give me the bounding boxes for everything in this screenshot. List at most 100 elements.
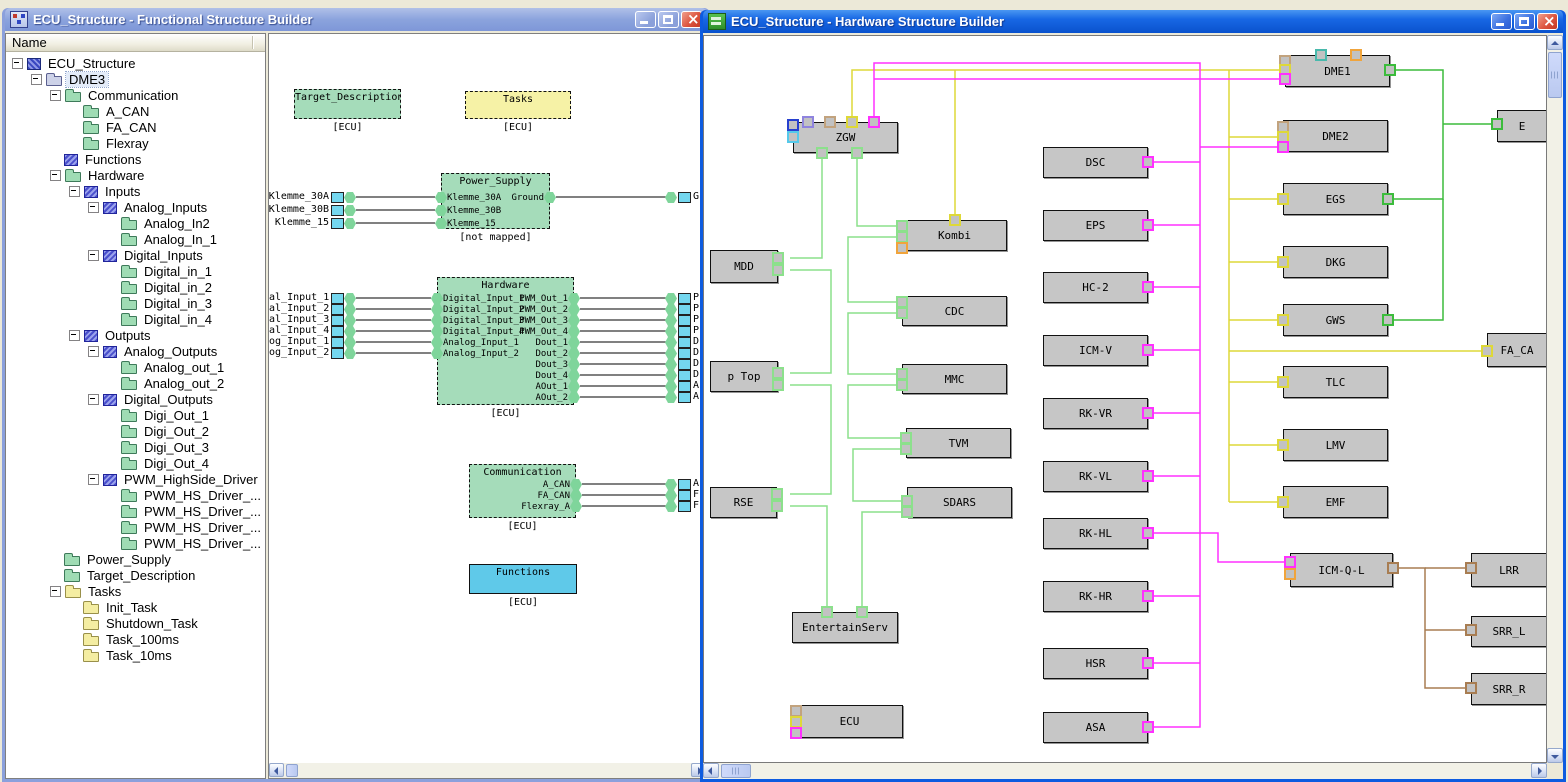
port-green_light[interactable] [771,500,783,512]
port-green_light[interactable] [772,379,784,391]
tree-expander-minus[interactable] [88,474,99,485]
port-magenta[interactable] [1142,721,1154,733]
functional-block-hardware[interactable]: HardwareDigital_Input_1Digital_Input_2Di… [437,277,574,405]
functional-block-communication[interactable]: CommunicationA_CANFA_CANFlexray_A [469,464,576,518]
functional-block-functions[interactable]: Functions [469,564,577,594]
tree-item-Analog_Inputs[interactable]: Analog_Inputs [6,199,265,215]
tree-item-Digital_in_3[interactable]: Digital_in_3 [6,295,265,311]
maximize-button[interactable] [1514,13,1535,30]
tree-expander-minus[interactable] [69,186,80,197]
tree-item-Digi_Out_2[interactable]: Digi_Out_2 [6,423,265,439]
hw-node-LMV[interactable]: LMV [1283,429,1388,461]
tree-item-Hardware[interactable]: Hardware [6,167,265,183]
tree-item-Target_Description[interactable]: Target_Description [6,567,265,583]
tree-item-Power_Supply[interactable]: Power_Supply [6,551,265,567]
hw-node-DKG[interactable]: DKG [1283,246,1388,278]
tree-item-Communication[interactable]: Communication [6,87,265,103]
tree-expander-minus[interactable] [12,58,23,69]
hw-node-GWS[interactable]: GWS [1283,304,1388,336]
tree-expander-minus[interactable] [69,330,80,341]
port-green_light[interactable] [771,488,783,500]
tree-item-Functions[interactable]: Functions [6,151,265,167]
scroll-right-button[interactable] [1531,763,1547,778]
port-yellow[interactable] [1277,314,1289,326]
close-button[interactable] [1537,13,1558,30]
port-magenta[interactable] [1279,73,1291,85]
tree-item-Init_Task[interactable]: Init_Task [6,599,265,615]
external-port-square[interactable] [331,315,344,326]
port-green_light[interactable] [772,264,784,276]
tree-item-A_CAN[interactable]: A_CAN [6,103,265,119]
hw-node-MMC[interactable]: MMC [902,364,1007,394]
scroll-down-button[interactable] [1547,748,1563,763]
external-port-square[interactable] [331,205,344,216]
port-orange[interactable] [1350,49,1362,61]
functional-block-power-supply[interactable]: Power_SupplyKlemme_30AKlemme_30BKlemme_1… [441,173,550,229]
port-magenta[interactable] [1142,156,1154,168]
external-port-square[interactable] [331,192,344,203]
port-orange[interactable] [896,242,908,254]
scroll-thumb[interactable] [721,764,751,778]
port-yellow[interactable] [1277,256,1289,268]
hw-node-HC-2[interactable]: HC-2 [1043,272,1148,303]
tree-expander-minus[interactable] [50,170,61,181]
hw-node-LRR[interactable]: LRR [1471,553,1547,587]
tree-item-Digital_in_2[interactable]: Digital_in_2 [6,279,265,295]
tree-expander-minus[interactable] [88,346,99,357]
tree-item-PWM_HS_Driver_...[interactable]: PWM_HS_Driver_... [6,503,265,519]
port-green_light[interactable] [851,147,863,159]
tree-expander-minus[interactable] [88,394,99,405]
port-magenta[interactable] [1284,556,1296,568]
tree-expander-minus[interactable] [88,250,99,261]
external-port-square[interactable] [331,293,344,304]
external-port-square[interactable] [678,381,691,392]
tree-item-FA_CAN[interactable]: FA_CAN [6,119,265,135]
minimize-button[interactable] [1491,13,1512,30]
hw-node-DME1[interactable]: DME1 [1285,55,1390,87]
port-yellow[interactable] [1277,496,1289,508]
tree-column-header[interactable]: Name [6,34,265,52]
external-port-square[interactable] [678,337,691,348]
port-yellow[interactable] [949,214,961,226]
external-port-square[interactable] [331,337,344,348]
hw-node-DME2[interactable]: DME2 [1283,120,1388,152]
hw-node-FA_CA[interactable]: FA_CA [1487,333,1547,367]
port-green_light[interactable] [900,443,912,455]
port-green_light[interactable] [901,506,913,518]
external-port-square[interactable] [678,359,691,370]
external-port-square[interactable] [678,304,691,315]
port-magenta[interactable] [1142,281,1154,293]
hw-node-MDD[interactable]: MDD [710,250,778,283]
scroll-thumb[interactable] [1548,52,1562,98]
external-port-square[interactable] [678,501,691,512]
tree-item-Digi_Out_1[interactable]: Digi_Out_1 [6,407,265,423]
hardware-canvas[interactable]: ZGWMDDp TopRSEKombiCDCMMCTVMSDARSEnterta… [703,35,1547,763]
tree-item-Inputs[interactable]: Inputs [6,183,265,199]
port-magenta[interactable] [1142,219,1154,231]
port-magenta[interactable] [1142,344,1154,356]
port-yellow[interactable] [1277,376,1289,388]
hw-node-ICM-V[interactable]: ICM-V [1043,335,1148,366]
port-yellow[interactable] [1277,193,1289,205]
port-magenta[interactable] [868,116,880,128]
external-port-square[interactable] [678,479,691,490]
tree-item-Analog_Outputs[interactable]: Analog_Outputs [6,343,265,359]
hw-node-CDC[interactable]: CDC [902,296,1007,326]
port-teal[interactable] [1315,49,1327,61]
hw-node-RK-VR[interactable]: RK-VR [1043,398,1148,429]
hw-node-HSR[interactable]: HSR [1043,648,1148,679]
external-port-square[interactable] [331,348,344,359]
port-tan[interactable] [824,116,836,128]
external-port-square[interactable] [331,304,344,315]
external-port-square[interactable] [678,293,691,304]
port-brown[interactable] [1387,562,1399,574]
port-green[interactable] [1382,193,1394,205]
tree-item-PWM_HS_Driver_...[interactable]: PWM_HS_Driver_... [6,535,265,551]
port-green_light[interactable] [856,606,868,618]
external-port-square[interactable] [678,370,691,381]
hw-node-EntertainServ[interactable]: EntertainServ [792,612,898,643]
hw-node-EGS[interactable]: EGS [1283,183,1388,215]
tree-item-Digital_Inputs[interactable]: Digital_Inputs [6,247,265,263]
hw-node-RSE[interactable]: RSE [710,487,777,518]
port-yellow[interactable] [1277,439,1289,451]
